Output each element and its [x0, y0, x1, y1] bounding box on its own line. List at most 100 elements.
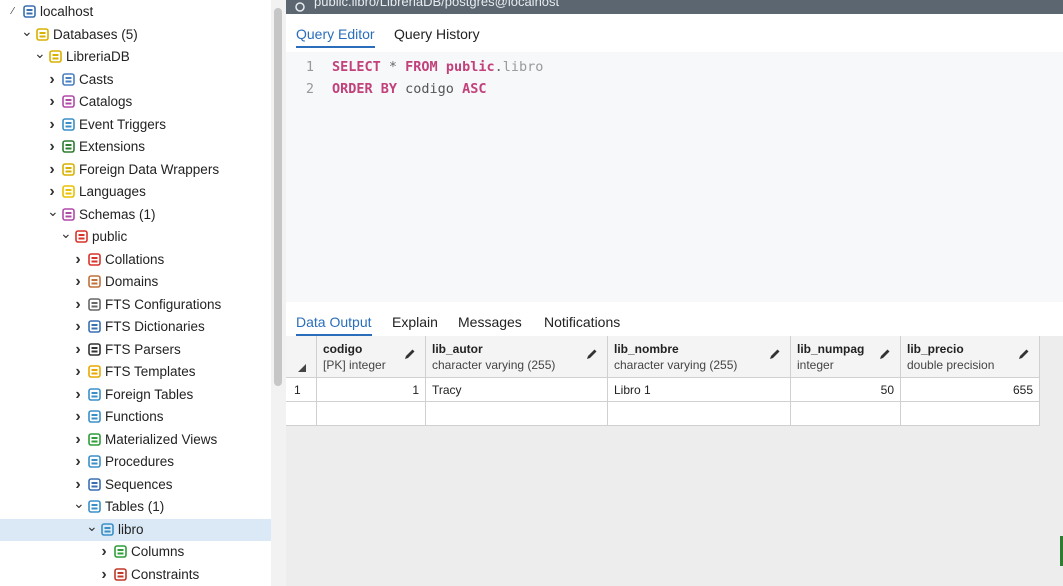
chevron-down-icon[interactable]: ⌄: [21, 20, 33, 42]
tree-item-sequences[interactable]: › Sequences: [0, 474, 271, 496]
tree-item-fts-templates[interactable]: › FTS Templates: [0, 361, 271, 383]
chevron-right-icon[interactable]: ›: [47, 69, 57, 91]
columns-icon: [114, 545, 127, 558]
fts-template-icon: [88, 365, 101, 378]
tree-item-procedures[interactable]: › Procedures: [0, 451, 271, 473]
chevron-down-icon[interactable]: ⌄: [60, 222, 72, 244]
tree-item-fts-parsers[interactable]: › FTS Parsers: [0, 339, 271, 361]
tree-item-materialized-views[interactable]: › Materialized Views: [0, 429, 271, 451]
cell-value: 1: [412, 383, 419, 397]
chevron-right-icon[interactable]: ›: [99, 564, 109, 586]
column-header-codigo[interactable]: codigo [PK] integer: [317, 336, 426, 378]
tab-messages[interactable]: Messages: [458, 310, 522, 334]
edit-pencil-icon[interactable]: [769, 348, 781, 360]
domains-icon: [88, 275, 101, 288]
chevron-right-icon[interactable]: ›: [47, 91, 57, 113]
databases-icon: [36, 27, 49, 41]
empty-row-cell[interactable]: [608, 402, 791, 426]
column-header-lib-autor[interactable]: lib_autor character varying (255): [426, 336, 608, 378]
chevron-right-icon[interactable]: ›: [73, 339, 83, 361]
editor-tab-bar: Query Editor Query History: [286, 22, 1063, 48]
empty-row-cell[interactable]: [426, 402, 608, 426]
chevron-down-icon[interactable]: ⌄: [73, 492, 85, 514]
tree-item-public[interactable]: ⌄ public: [0, 225, 271, 248]
data-cell-lib-precio[interactable]: 655: [901, 378, 1040, 402]
chevron-right-icon[interactable]: ›: [73, 451, 83, 473]
tree-item-localhost[interactable]: ⁄ localhost: [0, 1, 271, 23]
tree-item-collations[interactable]: › Collations: [0, 249, 271, 271]
column-header-lib-nombre[interactable]: lib_nombre character varying (255): [608, 336, 791, 378]
edit-pencil-icon[interactable]: [586, 348, 598, 360]
tab-query-editor[interactable]: Query Editor: [296, 22, 375, 48]
chevron-right-icon[interactable]: ›: [73, 316, 83, 338]
chevron-right-icon[interactable]: ›: [73, 384, 83, 406]
data-cell-lib-autor[interactable]: Tracy: [426, 378, 608, 402]
chevron-right-icon[interactable]: ›: [73, 271, 83, 293]
empty-row-cell[interactable]: [791, 402, 901, 426]
tab-query-history[interactable]: Query History: [394, 22, 480, 46]
chevron-right-icon[interactable]: ›: [47, 136, 57, 158]
column-header-lib-precio[interactable]: lib_precio double precision: [901, 336, 1040, 378]
tree-item-casts[interactable]: › Casts: [0, 69, 271, 91]
elephant-server-icon: [23, 5, 36, 18]
chevron-right-icon[interactable]: ›: [73, 294, 83, 316]
data-cell-lib-nombre[interactable]: Libro 1: [608, 378, 791, 402]
functions-icon: [88, 410, 101, 423]
chevron-right-icon[interactable]: ›: [73, 406, 83, 428]
procedures-icon: [88, 455, 101, 468]
column-header-lib-numpag[interactable]: lib_numpag integer: [791, 336, 901, 378]
chevron-right-icon[interactable]: ›: [73, 249, 83, 271]
tree-item-domains[interactable]: › Domains: [0, 271, 271, 293]
chevron-right-icon[interactable]: ›: [73, 361, 83, 383]
edit-pencil-icon[interactable]: [1018, 348, 1030, 360]
empty-row-cell[interactable]: [286, 402, 317, 426]
chevron-right-icon[interactable]: ›: [99, 541, 109, 563]
data-cell-lib-numpag[interactable]: 50: [791, 378, 901, 402]
code-token: ASC: [462, 81, 487, 97]
chevron-down-icon[interactable]: ⌄: [86, 515, 98, 537]
tree-item-tables-1[interactable]: ⌄ Tables (1): [0, 495, 271, 518]
chevron-right-icon[interactable]: ›: [47, 159, 57, 181]
chevron-right-icon[interactable]: ›: [47, 114, 57, 136]
tree-item-event-triggers[interactable]: › Event Triggers: [0, 114, 271, 136]
tree-item-languages[interactable]: › Languages: [0, 181, 271, 203]
edit-pencil-icon[interactable]: [879, 348, 891, 360]
chevron-down-icon[interactable]: ⌄: [47, 200, 59, 222]
tree-item-label: Extensions: [79, 139, 146, 154]
tree-item-label: libro: [118, 521, 144, 537]
grid-corner-header[interactable]: [286, 336, 317, 378]
tree-item-label: Languages: [79, 184, 146, 199]
row-number-cell[interactable]: 1: [286, 378, 317, 402]
tree-item-label: Foreign Tables: [105, 386, 194, 402]
chevron-right-icon[interactable]: ⁄: [8, 1, 18, 23]
tree-item-columns[interactable]: › Columns: [0, 541, 271, 563]
tree-item-libreriadb[interactable]: ⌄ LibreriaDB: [0, 45, 271, 68]
column-name: lib_nombre: [614, 342, 679, 356]
tree-item-functions[interactable]: › Functions: [0, 406, 271, 428]
chevron-down-icon[interactable]: ⌄: [34, 42, 46, 64]
edit-pencil-icon[interactable]: [404, 348, 416, 360]
column-type: [PK] integer: [323, 358, 386, 372]
cell-value: 50: [880, 383, 894, 397]
tree-item-constraints[interactable]: › Constraints: [0, 564, 271, 586]
sql-editor[interactable]: 1 SELECT * FROM public.libro 2 ORDER BY cod…: [286, 52, 1063, 302]
data-cell-codigo[interactable]: 1: [317, 378, 426, 402]
tree-item-schemas-1[interactable]: ⌄ Schemas (1): [0, 203, 271, 226]
tree-item-extensions[interactable]: › Extensions: [0, 136, 271, 158]
tree-item-foreign-tables[interactable]: › Foreign Tables: [0, 384, 271, 406]
chevron-right-icon[interactable]: ›: [73, 429, 83, 451]
empty-row-cell[interactable]: [901, 402, 1040, 426]
tree-item-fts-dictionaries[interactable]: › FTS Dictionaries: [0, 316, 271, 338]
tree-item-catalogs[interactable]: › Catalogs: [0, 91, 271, 113]
tree-item-foreign-data-wrappers[interactable]: › Foreign Data Wrappers: [0, 159, 271, 181]
tree-item-libro[interactable]: ⌄ libro: [0, 518, 271, 541]
tab-data-output[interactable]: Data Output: [296, 310, 372, 336]
sidebar-scrollbar-thumb[interactable]: [274, 8, 282, 386]
tab-explain[interactable]: Explain: [392, 310, 438, 334]
tab-notifications[interactable]: Notifications: [544, 310, 620, 334]
tree-item-fts-configurations[interactable]: › FTS Configurations: [0, 294, 271, 316]
tree-item-label: FTS Dictionaries: [105, 319, 205, 334]
line-number: 1: [305, 59, 314, 75]
code-token: ORDER BY: [332, 81, 398, 97]
empty-row-cell[interactable]: [317, 402, 426, 426]
